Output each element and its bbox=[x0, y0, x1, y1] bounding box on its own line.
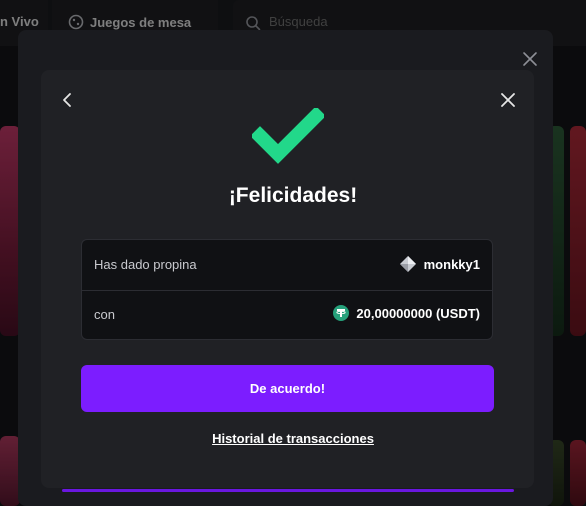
confirm-button[interactable]: De acuerdo! bbox=[81, 365, 494, 412]
check-icon bbox=[252, 108, 324, 164]
close-icon[interactable] bbox=[498, 90, 518, 110]
tip-amount-label: con bbox=[94, 307, 115, 322]
tip-amount: 20,00000000 (USDT) bbox=[356, 305, 480, 321]
close-icon[interactable] bbox=[521, 50, 539, 68]
usdt-icon bbox=[333, 305, 350, 321]
back-icon[interactable] bbox=[58, 90, 76, 110]
tip-recipient-row: Has dado propina monkky1 bbox=[82, 240, 492, 291]
diamond-icon bbox=[399, 256, 416, 272]
tip-amount-value: 20,00000000 (USDT) bbox=[333, 305, 480, 321]
success-title: ¡Felicidades! bbox=[228, 184, 358, 207]
tip-recipient-label: Has dado propina bbox=[94, 257, 197, 272]
recipient-username: monkky1 bbox=[423, 256, 480, 272]
tip-amount-row: con 20,00000000 (USDT) bbox=[82, 290, 492, 340]
tip-recipient-value: monkky1 bbox=[399, 255, 480, 273]
transaction-history-link[interactable]: Historial de transacciones bbox=[0, 431, 586, 446]
tip-details: Has dado propina monkky1 con 20,00000000… bbox=[81, 239, 493, 340]
underlying-button-edge bbox=[62, 489, 514, 492]
